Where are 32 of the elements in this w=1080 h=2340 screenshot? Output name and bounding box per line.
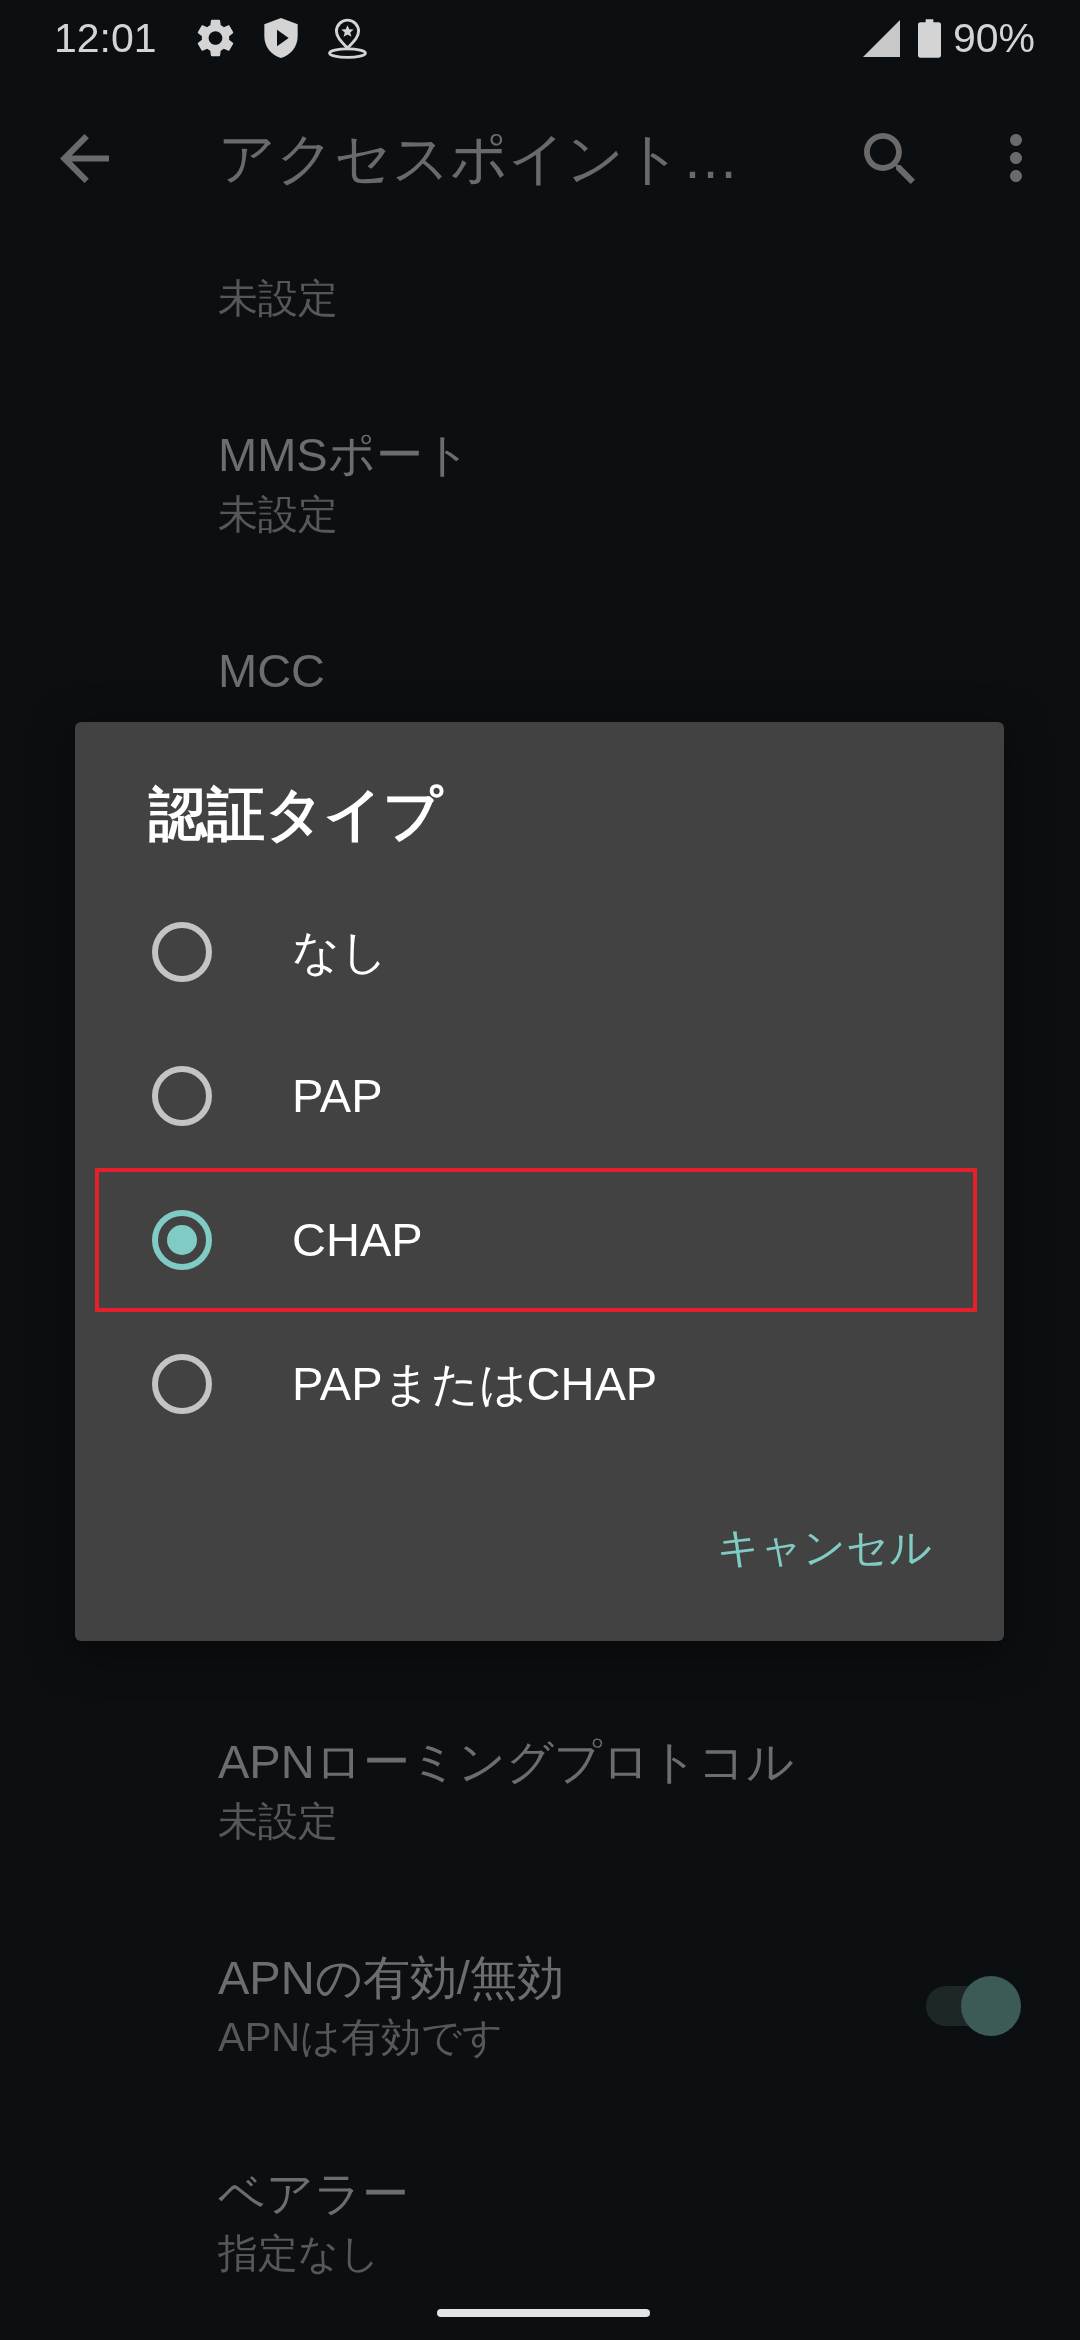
setting-summary: 指定なし [218, 2230, 380, 2277]
setting-title: APNの有効/無効 [218, 1950, 564, 2006]
setting-summary: 未設定 [218, 275, 338, 322]
dialog-title: 認証タイプ [149, 780, 442, 848]
search-button[interactable] [864, 132, 915, 184]
more-options-button[interactable] [1010, 134, 1022, 182]
setting-summary: APNは有効です [218, 2014, 504, 2061]
settings-icon [196, 19, 234, 57]
app-bar-title: アクセスポイント… [218, 125, 740, 192]
shield-play-icon [263, 18, 298, 58]
location-pin-icon [327, 17, 367, 59]
toggle-switch[interactable] [926, 1976, 1021, 2036]
setting-title: MCC [218, 643, 326, 699]
search-icon [864, 132, 915, 184]
signal-icon [862, 19, 900, 57]
setting-summary: 未設定 [218, 1798, 338, 1845]
back-button[interactable] [60, 133, 109, 183]
more-options-icon [1010, 134, 1022, 182]
radio-option[interactable]: なし [95, 880, 977, 1024]
back-arrow-icon [60, 133, 109, 183]
battery-percent: 90% [952, 14, 1035, 62]
navigation-handle[interactable] [437, 2309, 650, 2317]
setting-title: APNローミングプロトコル [218, 1734, 794, 1790]
radio-option[interactable]: PAP [95, 1024, 977, 1168]
status-time: 12:01 [54, 14, 157, 62]
battery-icon [917, 18, 941, 58]
setting-summary: 未設定 [218, 491, 338, 538]
setting-title: MMSポート [218, 427, 471, 483]
setting-title: ベアラー [218, 2166, 409, 2222]
cancel-button[interactable]: キャンセル [701, 1498, 948, 1598]
radio-option[interactable]: PAPまたはCHAP [95, 1312, 977, 1456]
radio-option[interactable]: CHAP [95, 1168, 977, 1312]
